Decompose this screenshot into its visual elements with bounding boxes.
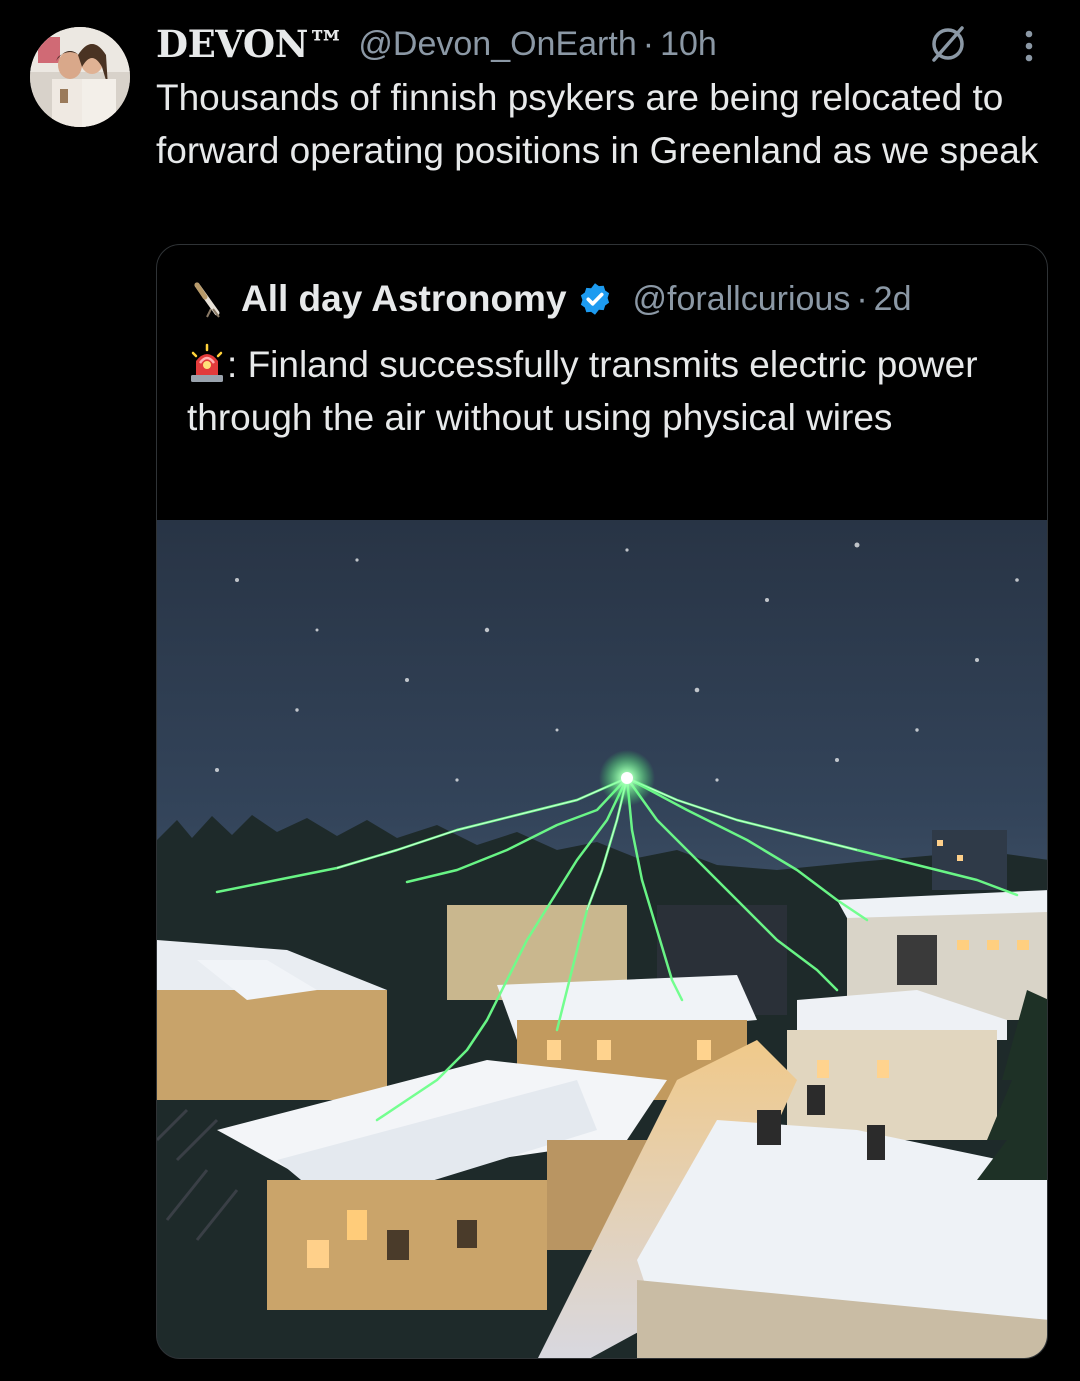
author-handle[interactable]: @Devon_OnEarth <box>358 25 636 64</box>
verified-badge-icon[interactable] <box>577 281 613 317</box>
quoted-timestamp[interactable]: 2d <box>874 280 912 319</box>
quoted-tweet-text: : Finland successfully transmits electri… <box>187 339 1017 444</box>
quoted-tweet-header: All day Astronomy @forallcurious · 2d <box>187 275 912 323</box>
quoted-author-name[interactable]: All day Astronomy <box>241 278 567 320</box>
quoted-tweet-image[interactable] <box>157 520 1047 1358</box>
snowy-town-lightning-photo <box>157 520 1047 1358</box>
author-avatar[interactable] <box>30 27 130 127</box>
separator-dot: · <box>642 24 655 63</box>
author-display-name[interactable]: DEVON™ <box>156 22 345 66</box>
tweet-timestamp[interactable]: 10h <box>660 25 717 64</box>
quoted-author-handle[interactable]: @forallcurious <box>633 280 851 319</box>
quoted-emoji-suffix: : <box>227 344 248 385</box>
more-vertical-icon[interactable] <box>1018 26 1040 66</box>
tweet-text: Thousands of finnish psykers are being r… <box>156 77 1039 171</box>
police-siren-emoji-icon <box>191 343 223 382</box>
quoted-tweet-card[interactable]: All day Astronomy @forallcurious · 2d : … <box>156 244 1048 1359</box>
slashed-circle-icon[interactable] <box>926 22 970 66</box>
tweet-header: DEVON™ @Devon_OnEarth · 10h <box>156 20 717 68</box>
quoted-separator-dot: · <box>856 279 868 318</box>
quoted-text-body: Finland successfully transmits electric … <box>187 344 978 438</box>
telescope-avatar-icon[interactable] <box>187 279 227 319</box>
avatar-photo <box>30 27 130 127</box>
